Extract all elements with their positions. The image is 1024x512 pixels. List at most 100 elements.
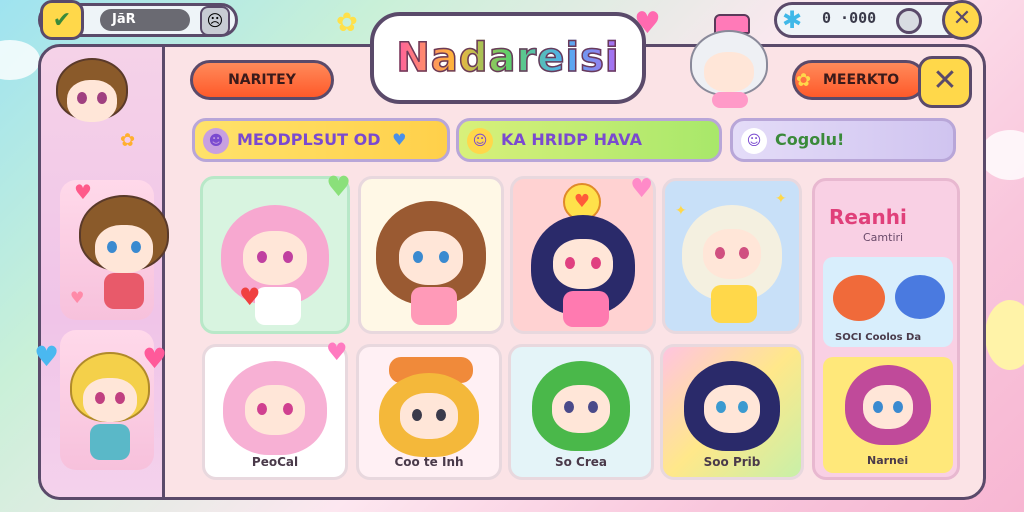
character-body [711, 285, 757, 323]
game-title: Nadareisi [396, 34, 620, 82]
heart-icon: ♥ [142, 342, 168, 375]
heart-icon: ♥ [326, 338, 348, 366]
character-face [863, 385, 913, 429]
gem-icon: ✱ [781, 6, 803, 34]
heart-icon: ♥ [239, 283, 261, 311]
group-character [833, 275, 885, 321]
character-body [563, 291, 609, 327]
close-icon: ✕ [952, 6, 972, 31]
filter-tab-label: Cogolu! [775, 130, 845, 149]
eye [873, 401, 883, 413]
eye [564, 401, 574, 413]
filter-tab-label: MEODPLSUT OD [237, 130, 381, 149]
close-panel-button[interactable]: ✕ [918, 56, 972, 108]
featured-title: Reanhi [829, 205, 907, 229]
character-card[interactable]: ✦ ✦ [662, 178, 802, 334]
filter-tab-1[interactable]: ☻ MEODPLSUT OD ♥ [192, 118, 450, 162]
eye [77, 92, 87, 104]
character-face [704, 385, 760, 433]
eye [893, 401, 903, 413]
featured-card[interactable]: Reanhi Camtiri SOCI Coolos Da Narnei [812, 178, 960, 480]
character-face [552, 385, 610, 433]
filter-tab-2[interactable]: ☺ KA HRIDP HAVA [456, 118, 722, 162]
right-action-label: MEERKTO [823, 72, 900, 88]
character-face [245, 385, 305, 435]
heart-icon: ♥ [634, 6, 661, 41]
currency-value: 0 ·000 [822, 9, 877, 27]
character-body [411, 287, 457, 325]
player-name: JãR [100, 9, 190, 31]
sidebar-character[interactable] [52, 58, 132, 138]
eye [412, 409, 422, 421]
close-icon: ✕ [932, 63, 958, 98]
eye [739, 247, 749, 259]
background-cloud [980, 130, 1024, 180]
eye [95, 392, 105, 404]
featured-bottom-label: Narnei [867, 454, 909, 467]
face-icon[interactable]: ☹ [200, 6, 230, 36]
character-face [399, 231, 463, 285]
character-face [83, 378, 137, 422]
confirm-button[interactable]: ✔ [40, 0, 84, 40]
eye [738, 401, 748, 413]
character-icon: ☺ [741, 127, 767, 154]
eye [283, 251, 293, 263]
sidebar-character[interactable] [76, 195, 172, 315]
flower-icon: ✿ [120, 130, 136, 151]
character-face [243, 231, 307, 285]
character-card[interactable]: Soo Prib [660, 344, 804, 480]
background-cloud [985, 300, 1024, 370]
close-top-button[interactable]: ✕ [942, 0, 982, 40]
eye [283, 403, 293, 415]
eye [115, 392, 125, 404]
character-body [255, 287, 301, 325]
heart-icon: ♥ [326, 170, 352, 203]
card-label: So Crea [554, 455, 608, 469]
heart-icon: ♥ [392, 130, 407, 149]
eye [131, 241, 141, 253]
eye [436, 409, 446, 421]
character-face [67, 80, 117, 122]
featured-group-panel: SOCI Coolos Da [823, 257, 953, 347]
filter-tab-3[interactable]: ☺ Cogolu! [730, 118, 956, 162]
character-face [553, 239, 613, 289]
sparkle-icon: ✦ [675, 203, 687, 219]
character-card[interactable]: So Crea [508, 344, 654, 480]
flower-icon: ✿ [796, 70, 812, 91]
face-icon: ☻ [203, 127, 229, 154]
character-body [104, 273, 144, 309]
featured-subtitle: Camtiri [863, 231, 904, 244]
featured-caption: SOCI Coolos Da [835, 332, 922, 343]
eye [588, 401, 598, 413]
character-body [90, 424, 130, 460]
character-face [703, 229, 761, 279]
eye [715, 247, 725, 259]
character-face [400, 393, 458, 439]
group-character [895, 275, 945, 319]
eye [565, 257, 575, 269]
character-body [712, 92, 748, 108]
eye [257, 403, 267, 415]
character-face [704, 52, 754, 92]
coin-icon [896, 8, 922, 34]
smile-icon: ☺ [467, 127, 493, 154]
card-label: PeoCal [251, 455, 299, 469]
eye [591, 257, 601, 269]
right-action-button[interactable]: MEERKTO [792, 60, 926, 100]
character-face [95, 225, 153, 273]
flower-icon: ✿ [336, 8, 358, 38]
heart-icon: ♥ [630, 174, 654, 204]
card-label: Coo te Inh [394, 455, 464, 469]
character-card[interactable]: Coo te Inh [356, 344, 502, 480]
eye [716, 401, 726, 413]
left-action-button[interactable]: NARITEY [190, 60, 334, 100]
eye [257, 251, 267, 263]
featured-character-panel: Narnei [823, 357, 953, 473]
character-card[interactable] [358, 176, 504, 334]
sparkle-icon: ✦ [775, 191, 787, 207]
filter-tab-label: KA HRIDP HAVA [501, 130, 642, 149]
card-label: Soo Prib [703, 455, 761, 469]
eye [97, 92, 107, 104]
mascot-character [686, 14, 772, 108]
heart-icon: ♥ [74, 180, 92, 204]
